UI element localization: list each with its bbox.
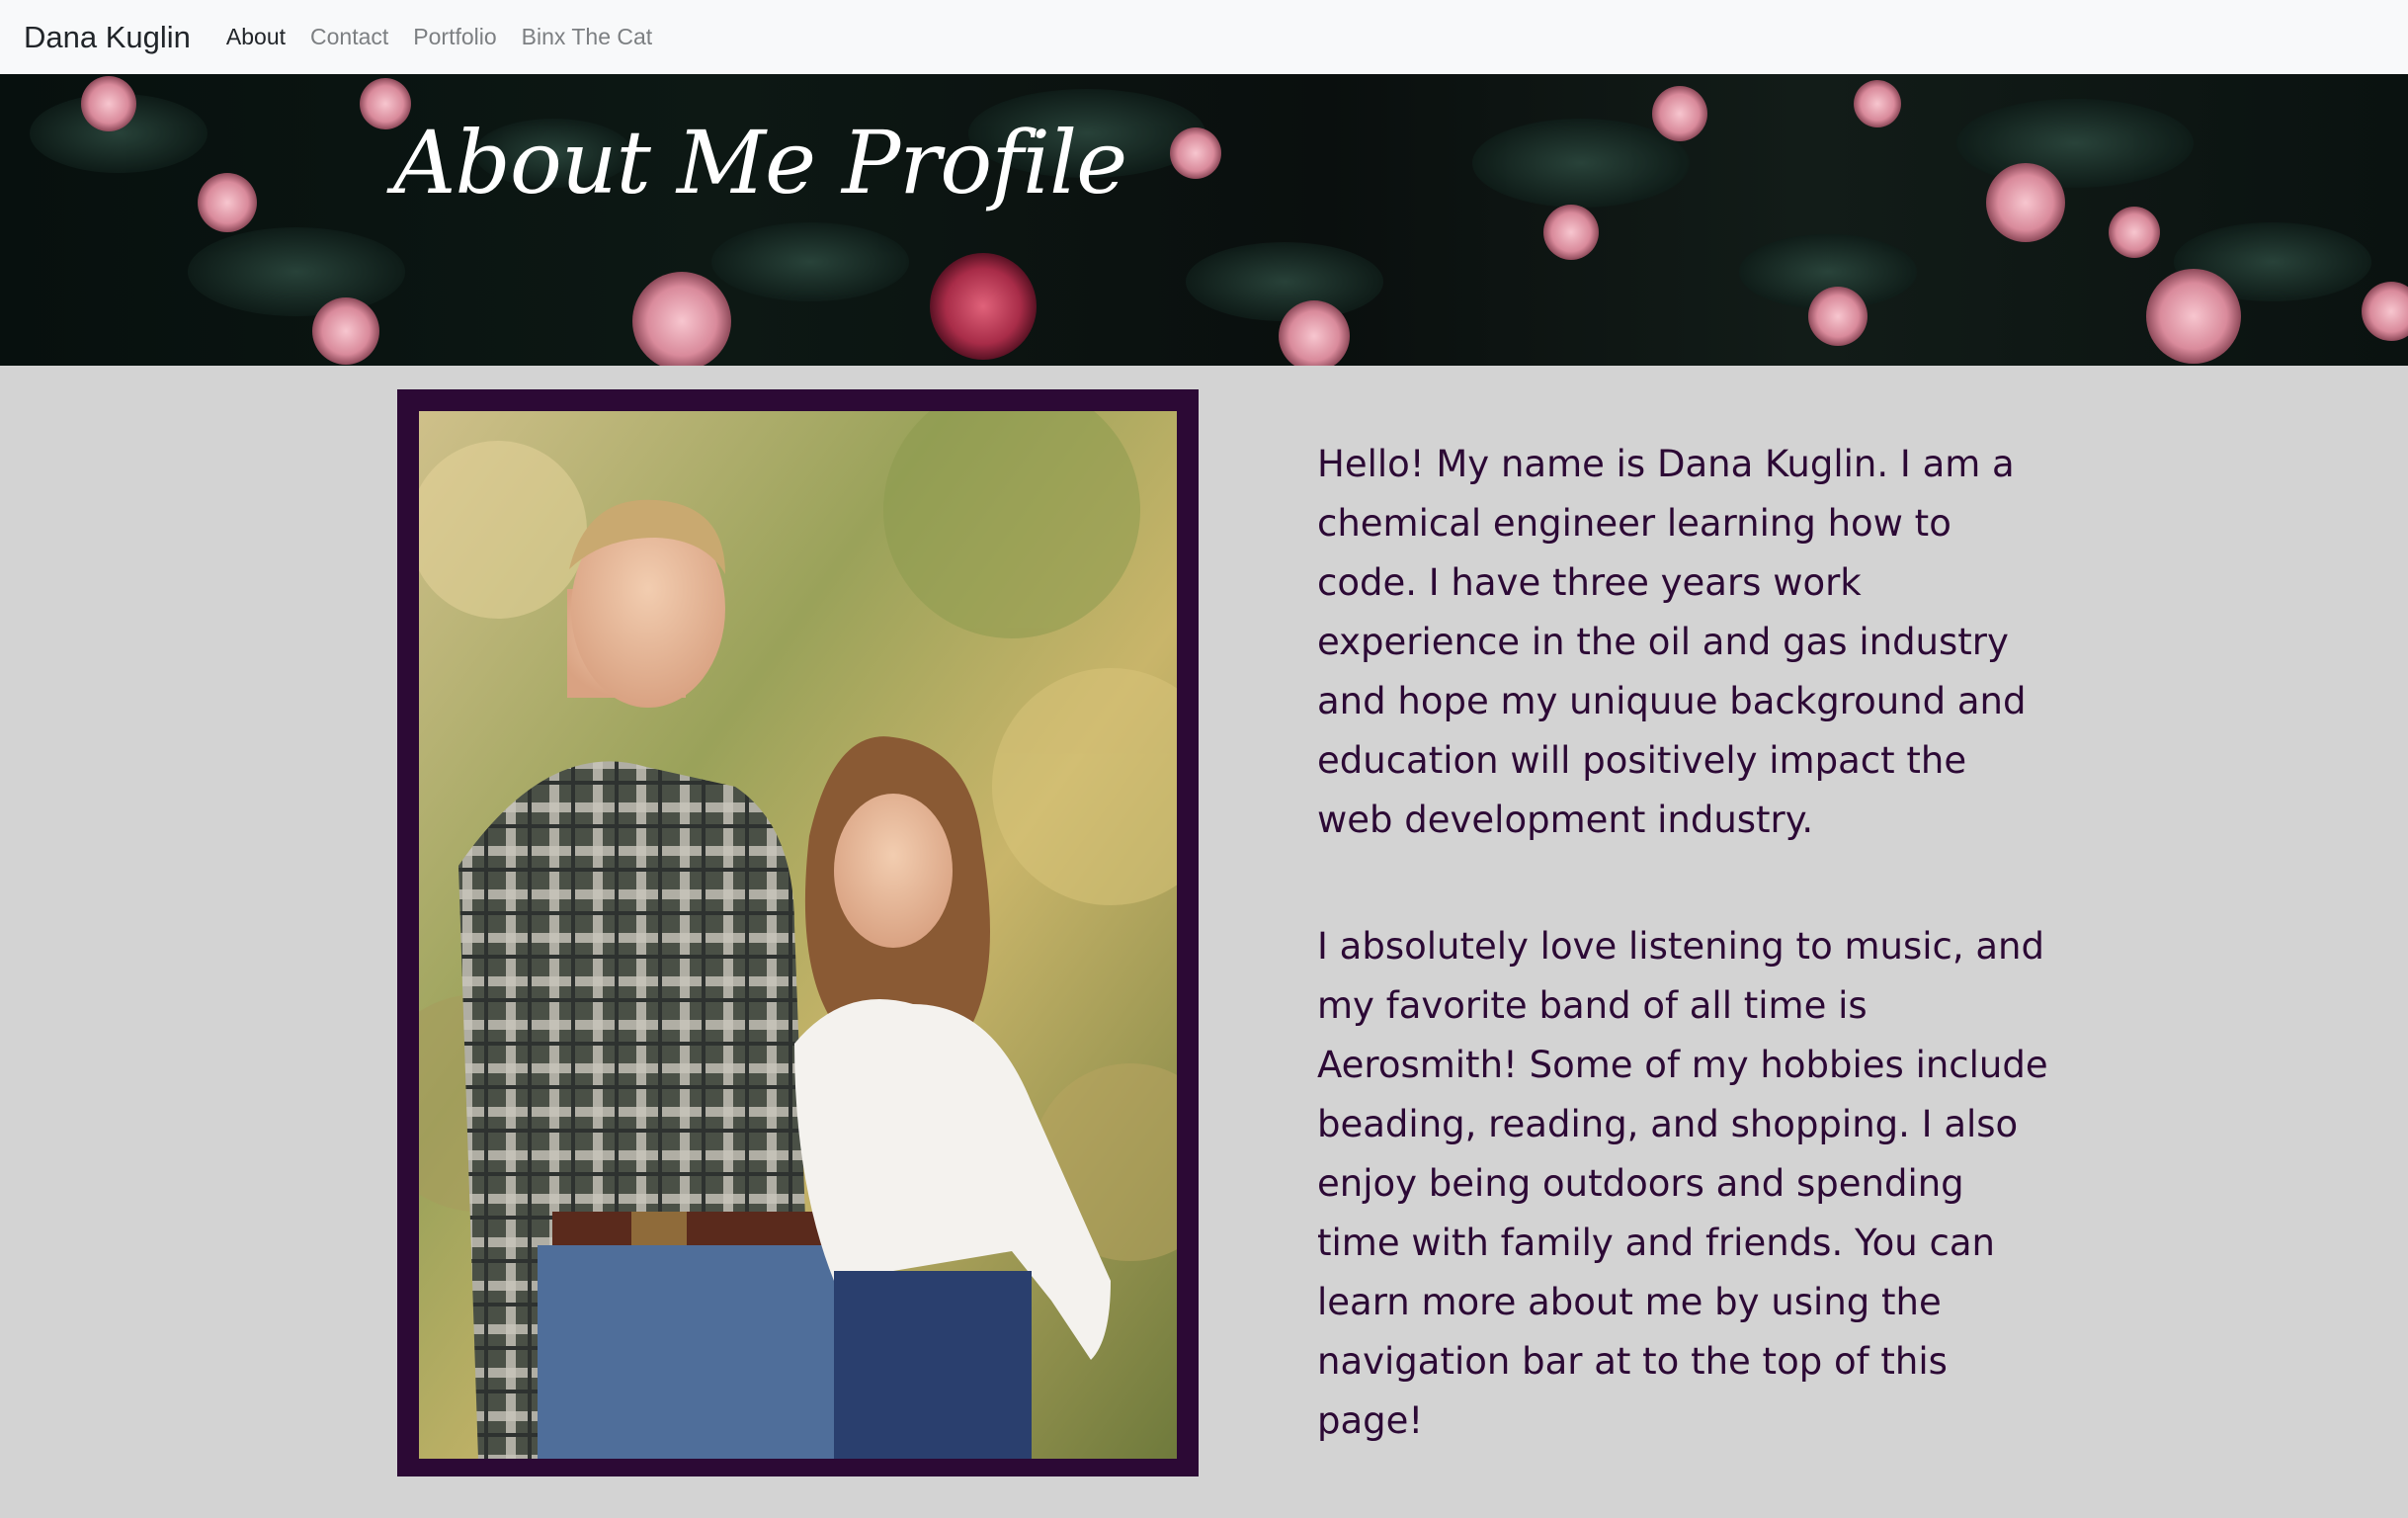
page-title: About Me Profile — [393, 112, 1127, 213]
bio-paragraph-hobbies: I absolutely love listening to music, an… — [1317, 925, 2048, 1442]
nav-link-portfolio[interactable]: Portfolio — [413, 24, 496, 50]
hero-banner: About Me Profile — [0, 74, 2408, 366]
navbar: Dana Kuglin About Contact Portfolio Binx… — [0, 0, 2408, 74]
nav-link-contact[interactable]: Contact — [310, 24, 388, 50]
flower-background-image — [30, 76, 2408, 366]
profile-photo-frame — [397, 389, 1199, 1476]
brand-link[interactable]: Dana Kuglin — [24, 20, 191, 55]
bio-paragraph-intro: Hello! My name is Dana Kuglin. I am a ch… — [1317, 443, 2027, 841]
profile-photo — [419, 411, 1177, 1459]
bio-section: Hello! My name is Dana Kuglin. I am a ch… — [1317, 435, 2048, 1518]
nav-link-binx-the-cat[interactable]: Binx The Cat — [522, 24, 653, 50]
nav-link-about[interactable]: About — [226, 24, 286, 50]
